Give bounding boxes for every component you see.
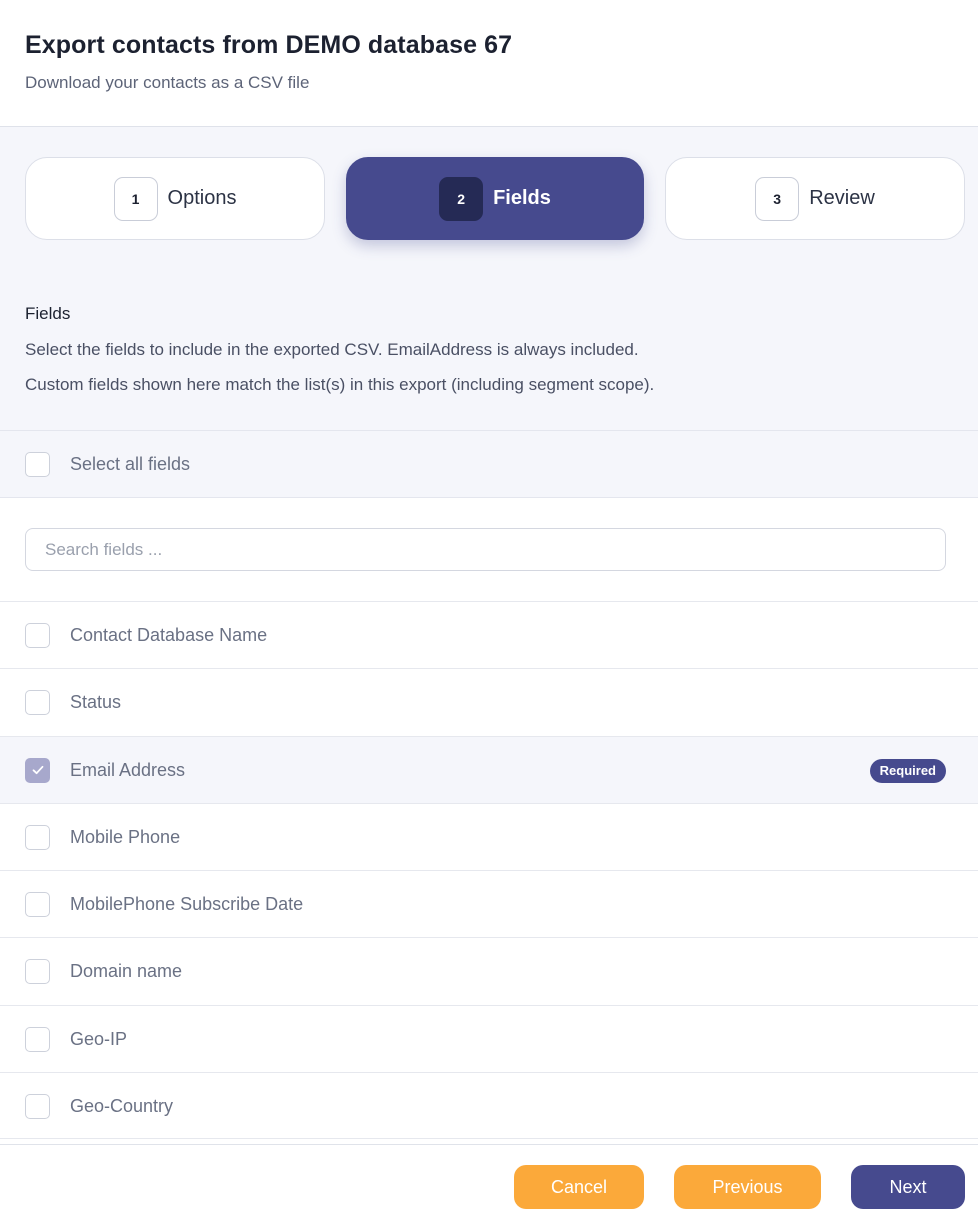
field-checkbox[interactable]: [25, 690, 50, 716]
step-label: Options: [167, 187, 237, 209]
field-label: Geo-IP: [70, 1028, 128, 1049]
field-checkbox[interactable]: [25, 959, 50, 985]
field-label: MobilePhone Subscribe Date: [70, 894, 304, 915]
step-number: 2: [439, 176, 484, 221]
step-label: Fields: [493, 187, 551, 209]
checkmark-icon: [32, 765, 43, 775]
step-fields[interactable]: 2 Fields: [346, 157, 644, 240]
cancel-button[interactable]: Cancel: [514, 1165, 644, 1209]
field-checkbox[interactable]: [25, 824, 50, 850]
fields-panel: 1 Options 2 Fields 3 Review Fields Selec…: [0, 127, 978, 430]
select-all-row[interactable]: Select all fields: [0, 430, 978, 498]
field-checkbox[interactable]: [25, 757, 50, 783]
step-number: 3: [755, 176, 800, 221]
list-item[interactable]: Geo-IP: [0, 1004, 978, 1073]
step-number: 1: [113, 176, 158, 221]
search-input[interactable]: [25, 528, 946, 571]
list-item[interactable]: Domain name: [0, 937, 978, 1005]
select-all-label: Select all fields: [70, 454, 191, 474]
next-button[interactable]: Next: [851, 1165, 965, 1209]
dialog-title: Export contacts from DEMO database 67: [25, 31, 513, 59]
field-label: Contact Database Name: [70, 625, 268, 645]
dialog-subtitle: Download your contacts as a CSV file: [25, 73, 310, 92]
list-item[interactable]: Mobile Phone: [0, 802, 978, 871]
list-item[interactable]: MobilePhone Subscribe Date: [0, 870, 978, 938]
field-label: Email Address: [70, 759, 186, 780]
field-label: Geo-Country: [70, 1096, 174, 1117]
field-checkbox[interactable]: [25, 623, 50, 648]
field-label: Domain name: [70, 961, 183, 982]
step-options[interactable]: 1 Options: [25, 157, 325, 240]
field-checkbox[interactable]: [25, 1026, 50, 1052]
dialog-footer: Cancel Previous Next: [0, 1144, 978, 1225]
list-item[interactable]: Geo-Country: [0, 1072, 978, 1140]
step-review[interactable]: 3 Review: [665, 157, 965, 240]
field-checkbox[interactable]: [25, 1094, 50, 1120]
list-item[interactable]: Status: [0, 668, 978, 736]
section-description: Select the fields to include in the expo…: [25, 340, 639, 359]
field-list: Contact Database Name Status Email Addre…: [0, 601, 978, 1140]
step-label: Review: [809, 187, 875, 209]
field-label: Mobile Phone: [70, 826, 181, 847]
required-badge: Required: [869, 758, 946, 783]
field-checkbox[interactable]: [25, 892, 50, 918]
section-title: Fields: [25, 304, 71, 323]
list-item[interactable]: Contact Database Name: [0, 601, 978, 669]
dialog-header: Export contacts from DEMO database 67 Do…: [0, 0, 978, 127]
field-label: Status: [70, 692, 122, 713]
section-description: Custom fields shown here match the list(…: [25, 375, 655, 394]
previous-button[interactable]: Previous: [674, 1165, 821, 1209]
select-all-checkbox[interactable]: [25, 452, 50, 477]
list-item[interactable]: Email Address Required: [0, 735, 978, 803]
